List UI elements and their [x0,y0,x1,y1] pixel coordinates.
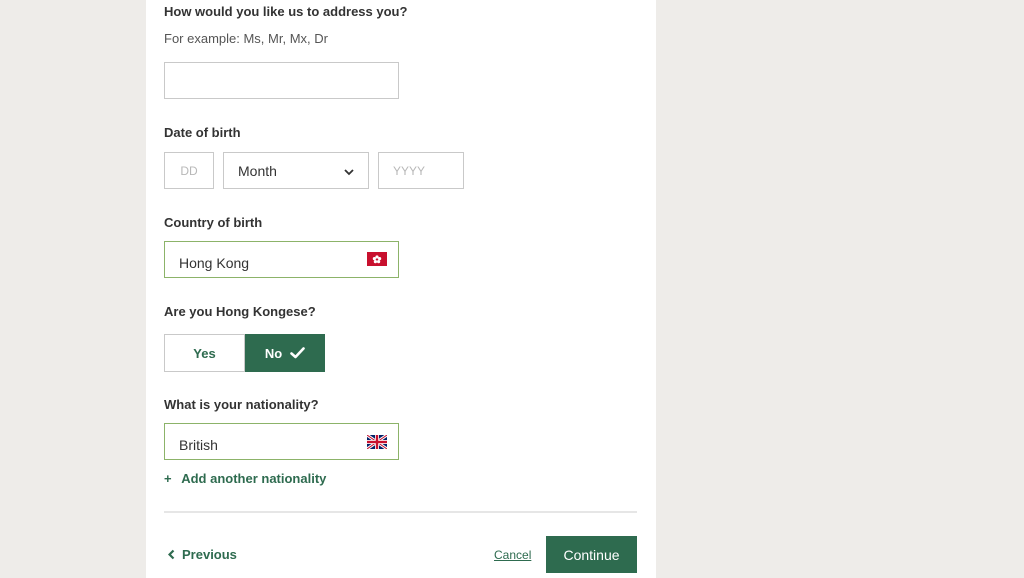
cancel-link[interactable]: Cancel [494,548,531,562]
country-input[interactable]: Hong Kong [164,241,399,278]
uk-flag-icon [367,435,387,449]
add-nationality-label: Add another nationality [181,471,327,486]
dob-day-input[interactable] [164,152,214,189]
chevron-left-icon [168,549,175,560]
continue-button[interactable]: Continue [546,536,637,573]
hong-kong-flag-icon [367,252,387,266]
nationality-value: British [179,436,218,453]
country-label: Country of birth [164,215,263,230]
citizen-no-button[interactable]: No [245,334,325,372]
checkmark-icon [290,347,305,359]
citizen-yes-button[interactable]: Yes [164,334,245,372]
chevron-down-icon [344,169,354,176]
dob-month-value: Month [238,162,277,179]
citizen-yes-label: Yes [193,345,216,361]
citizen-question: Are you Hong Kongese? [164,304,316,319]
citizen-no-label: No [264,345,283,361]
title-hint: For example: Ms, Mr, Mx, Dr [164,31,328,46]
title-question: How would you like us to address you? [164,4,408,19]
previous-link[interactable]: Previous [168,547,237,562]
dob-month-select[interactable]: Month [223,152,369,189]
title-input[interactable] [164,62,399,99]
nationality-input[interactable]: British [164,423,399,460]
form-divider [164,511,637,513]
dob-year-input[interactable] [378,152,464,189]
nationality-label: What is your nationality? [164,397,319,412]
form-panel: How would you like us to address you? Fo… [146,0,656,578]
country-value: Hong Kong [179,254,250,271]
add-nationality-link[interactable]: + Add another nationality [164,471,326,486]
plus-icon: + [164,471,172,486]
dob-label: Date of birth [164,125,241,140]
previous-label: Previous [182,547,237,562]
